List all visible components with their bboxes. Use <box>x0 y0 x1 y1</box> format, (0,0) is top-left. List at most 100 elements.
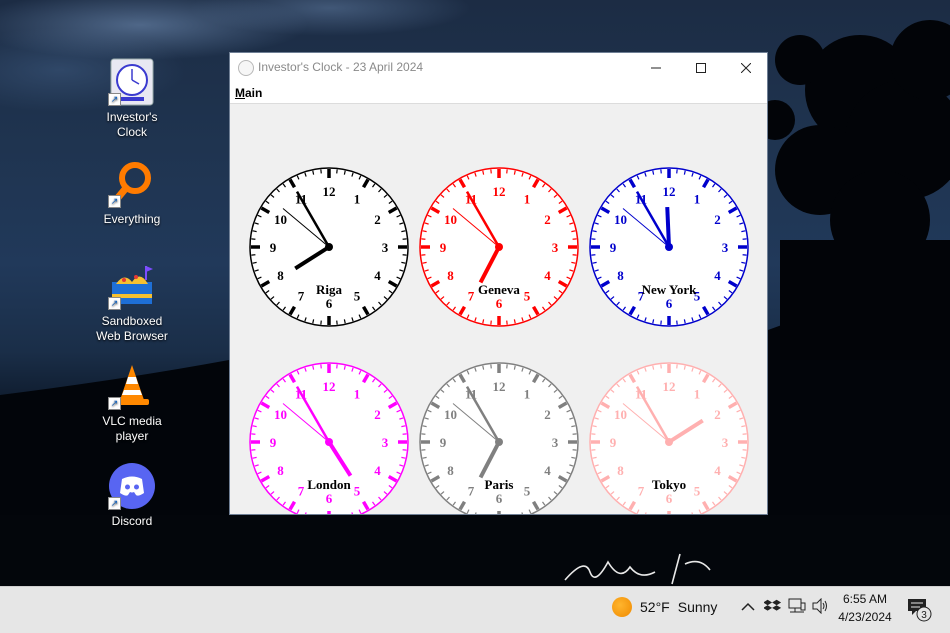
clock-tick <box>514 171 515 175</box>
clock-numeral: 1 <box>694 192 701 207</box>
clock-tick <box>313 319 314 323</box>
notification-center-button[interactable]: 3 <box>906 597 932 628</box>
clock-numeral: 9 <box>270 240 277 255</box>
clock-tick <box>571 426 575 427</box>
wallpaper-signature <box>560 552 720 586</box>
shortcut-arrow-icon: ↗ <box>108 297 121 310</box>
clock-tick <box>571 262 575 263</box>
clock-center-pin <box>495 243 503 251</box>
clock-numeral: 4 <box>544 463 551 478</box>
weather-temperature: 52°F <box>640 599 670 615</box>
desktop-icon-vlc[interactable]: ↗ VLC media player <box>92 362 172 444</box>
investors-clock-window: Investor's Clock - 23 April 2024 Main 12… <box>229 52 768 515</box>
dropbox-icon[interactable] <box>764 598 782 614</box>
close-button[interactable] <box>723 53 768 82</box>
city-label-paris: Paris <box>429 477 569 493</box>
clock-numeral: 1 <box>524 192 531 207</box>
clock-numeral: 10 <box>444 407 457 422</box>
desktop-icon-label: Sandboxed Web Browser <box>92 314 172 344</box>
hour-hand <box>667 207 669 247</box>
clock-center-pin <box>325 243 333 251</box>
traffic-cone-icon: ↗ <box>108 362 156 410</box>
clock-numeral: 12 <box>493 379 506 394</box>
clock-numeral: 1 <box>354 387 361 402</box>
clocks-canvas: 1212345678910111212345678910111212345678… <box>230 104 767 514</box>
clock-numeral: 1 <box>524 387 531 402</box>
clock-tick <box>423 426 427 427</box>
desktop-icon-label: Discord <box>92 514 172 529</box>
clock-tick <box>593 231 597 232</box>
shortcut-arrow-icon: ↗ <box>108 195 121 208</box>
clock-numeral: 10 <box>444 212 457 227</box>
clock-numeral: 3 <box>382 435 389 450</box>
clock-center-pin <box>665 438 673 446</box>
clock-numeral: 3 <box>552 435 559 450</box>
desktop-icon-label: Everything <box>92 212 172 227</box>
clock-numeral: 4 <box>544 268 551 283</box>
clock-tick <box>253 426 257 427</box>
notification-icon: 3 <box>906 597 932 623</box>
clock-tick <box>741 262 745 263</box>
clock-tick <box>741 426 745 427</box>
clock-numeral: 9 <box>610 240 617 255</box>
maximize-button[interactable] <box>678 53 723 82</box>
clock-numeral: 8 <box>617 268 624 283</box>
clock-tick <box>253 231 257 232</box>
clock-icon: ↗ <box>108 58 156 106</box>
clock-tick <box>401 457 405 458</box>
clock-tick <box>514 319 515 323</box>
clock-tick <box>253 262 257 263</box>
clock-tick <box>483 366 484 370</box>
city-label-london: London <box>259 477 399 493</box>
clock-numeral: 8 <box>447 268 454 283</box>
clock-tick <box>401 231 405 232</box>
clock-numeral: 1 <box>694 387 701 402</box>
desktop-icon-investors-clock[interactable]: ↗ Investor's Clock <box>92 58 172 140</box>
clock-numeral: 2 <box>714 212 721 227</box>
taskbar: 52°F Sunny 6:55 AM 4/23/2024 3 <box>0 586 950 633</box>
clock-numeral: 10 <box>274 212 287 227</box>
clock-tick <box>653 171 654 175</box>
desktop-icon-label: VLC media player <box>92 414 172 444</box>
clock-tick <box>653 319 654 323</box>
desktop-icon-everything[interactable]: ↗ Everything <box>92 160 172 227</box>
desktop-icon-discord[interactable]: ↗ Discord <box>92 462 172 529</box>
clock-numeral: 9 <box>270 435 277 450</box>
app-clock-icon <box>238 60 254 76</box>
window-title: Investor's Clock - 23 April 2024 <box>258 60 423 74</box>
desktop-icon-label: Investor's Clock <box>92 110 172 140</box>
system-date: 4/23/2024 <box>834 608 896 626</box>
clock-numeral: 3 <box>722 240 729 255</box>
desktop-icon-sandboxed-browser[interactable]: ↗ Sandboxed Web Browser <box>92 262 172 344</box>
clock-numeral: 3 <box>552 240 559 255</box>
magnifier-icon: ↗ <box>108 160 156 208</box>
clock-center-pin <box>325 438 333 446</box>
minimize-icon <box>651 63 661 73</box>
title-bar[interactable]: Investor's Clock - 23 April 2024 <box>230 53 767 82</box>
clock-tick <box>514 366 515 370</box>
shortcut-arrow-icon: ↗ <box>108 497 121 510</box>
clock-numeral: 1 <box>354 192 361 207</box>
clock-center-pin <box>495 438 503 446</box>
clock-numeral: 12 <box>493 184 506 199</box>
clock-numeral: 9 <box>440 240 447 255</box>
menu-main[interactable]: Main <box>235 86 262 100</box>
clock-numeral: 9 <box>440 435 447 450</box>
clock-numeral: 6 <box>666 296 673 311</box>
system-clock[interactable]: 6:55 AM 4/23/2024 <box>834 590 896 626</box>
clock-numeral: 10 <box>274 407 287 422</box>
clock-tick <box>571 457 575 458</box>
chevron-up-icon[interactable] <box>741 601 755 613</box>
shortcut-arrow-icon: ↗ <box>108 93 121 106</box>
clock-tick <box>684 171 685 175</box>
weather-widget[interactable]: 52°F Sunny <box>612 597 717 617</box>
clock-numeral: 12 <box>663 184 676 199</box>
clock-tick <box>344 319 345 323</box>
minimize-button[interactable] <box>633 53 678 82</box>
volume-icon[interactable] <box>812 598 830 614</box>
clock-numeral: 4 <box>374 463 381 478</box>
city-label-riga: Riga <box>259 282 399 298</box>
clock-tick <box>593 426 597 427</box>
clock-numeral: 12 <box>323 379 336 394</box>
network-icon[interactable] <box>788 598 806 614</box>
